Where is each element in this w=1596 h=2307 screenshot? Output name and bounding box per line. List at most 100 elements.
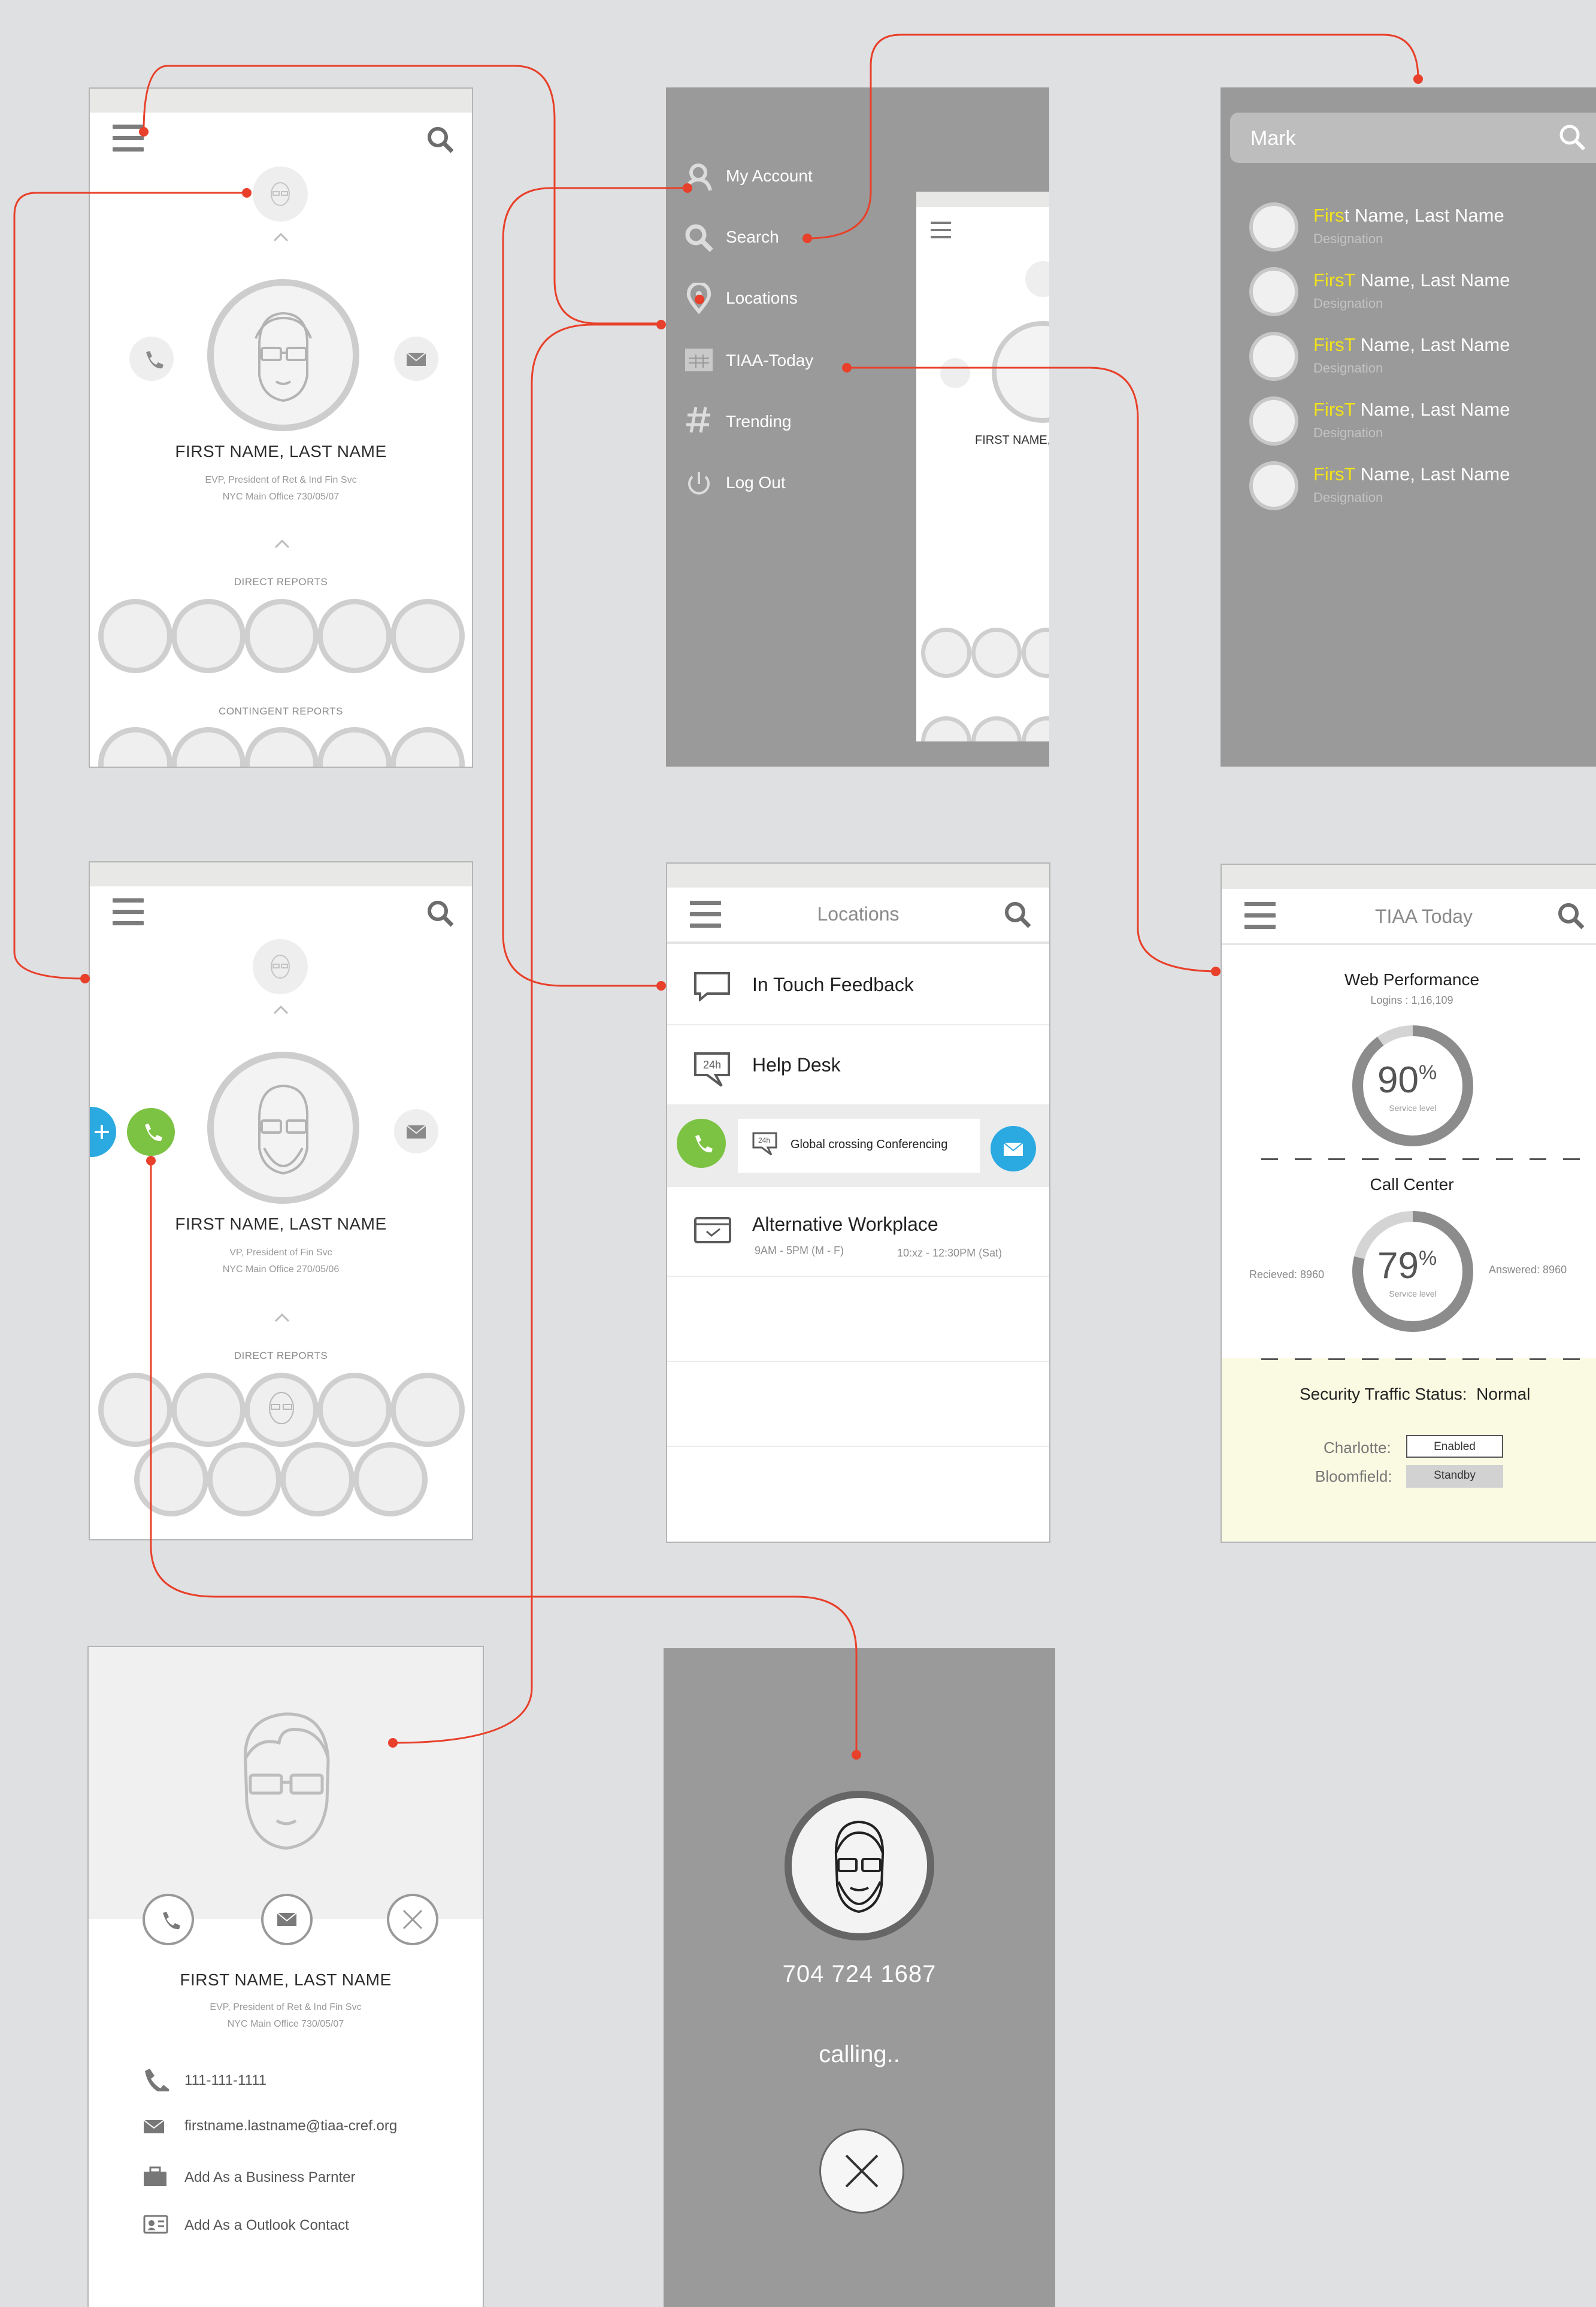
direct-report-avatar[interactable] [317, 1373, 392, 1447]
list-item-label: Global crossing Conferencing [791, 1138, 948, 1151]
direct-report-avatar[interactable] [207, 1442, 281, 1516]
search-icon[interactable] [426, 126, 455, 155]
search-bar[interactable]: Mark [1230, 113, 1596, 163]
contingent-report-avatar[interactable] [971, 716, 1022, 741]
direct-report-avatar[interactable] [1022, 628, 1049, 678]
menu-icon[interactable] [931, 222, 951, 249]
email-button[interactable] [394, 1109, 438, 1154]
search-icon[interactable] [1557, 902, 1586, 931]
menu-item-log-out[interactable]: Log Out [726, 473, 786, 492]
contingent-report-avatar[interactable] [317, 727, 392, 767]
calling-number: 704 724 1687 [782, 1961, 937, 1987]
manager-avatar[interactable] [253, 166, 308, 222]
email-button[interactable] [991, 1126, 1036, 1171]
contingent-report-avatar[interactable] [171, 727, 246, 767]
list-item-alternative-workplace[interactable]: Alternative Workplace 9AM - 5PM (M - F) … [667, 1187, 1049, 1277]
menu-item-locations[interactable]: Locations [726, 289, 798, 308]
direct-report-avatar[interactable] [280, 1442, 355, 1516]
email-link[interactable]: firstname.lastname@tiaa-cref.org [184, 2118, 397, 2135]
chevron-up-icon[interactable] [274, 539, 290, 549]
menu-item-trending[interactable]: Trending [726, 412, 791, 431]
call-center-gauge: 79% Service level [1350, 1209, 1476, 1334]
web-performance-value: 90% [1377, 1059, 1437, 1101]
result-avatar [1249, 267, 1298, 316]
search-result-item[interactable]: FirsT Name, Last Name Designation [1221, 262, 1596, 322]
contingent-report-avatar[interactable] [921, 716, 971, 741]
list-item-in-touch-feedback[interactable]: In Touch Feedback [667, 945, 1049, 1025]
profile-name: FIRST NAME, LAST NAME [175, 442, 387, 461]
contingent-report-avatar[interactable] [244, 727, 319, 767]
contingent-report-avatar[interactable] [98, 727, 172, 767]
call-button[interactable] [143, 1894, 194, 1945]
logins-count: Logins : 1,16,109 [1370, 994, 1453, 1006]
result-name: FirsT Name, Last Name [1313, 334, 1510, 355]
swipe-card[interactable]: 24h Global crossing Conferencing [738, 1119, 980, 1173]
call-button[interactable] [129, 337, 174, 381]
search-icon[interactable] [426, 900, 455, 928]
search-result-item[interactable]: FirsT Name, Last Name Designation [1221, 456, 1596, 516]
contingent-report-avatar[interactable] [1022, 716, 1049, 741]
result-avatar [1249, 202, 1298, 252]
result-name: FirsT Name, Last Name [1313, 464, 1510, 485]
list-item-help-desk[interactable]: 24h Help Desk [667, 1025, 1049, 1106]
direct-report-avatar[interactable] [98, 1373, 172, 1447]
profile-office: NYC Main Office 270/05/06 [222, 1264, 340, 1274]
menu-item-my-account[interactable]: My Account [726, 166, 813, 186]
menu-item-search[interactable]: Search [726, 228, 779, 247]
direct-report-avatar[interactable] [971, 628, 1022, 678]
chevron-up-icon[interactable] [273, 232, 289, 242]
call-button[interactable] [677, 1119, 726, 1168]
user-icon [684, 162, 714, 192]
direct-report-avatar[interactable] [98, 599, 172, 673]
search-input[interactable]: Mark [1250, 127, 1296, 150]
menu-item-tiaa-today[interactable]: TIAA-Today [726, 351, 813, 370]
search-result-item[interactable]: First Name, Last Name Designation [1221, 198, 1596, 258]
add-business-partner-link[interactable]: Add As a Business Parnter [184, 2169, 356, 2186]
direct-report-avatar[interactable] [390, 1373, 465, 1447]
manager-avatar[interactable] [1025, 261, 1049, 297]
direct-reports-label: DIRECT REPORTS [234, 576, 328, 588]
direct-report-avatar[interactable] [317, 599, 392, 673]
menu-icon[interactable] [113, 125, 144, 152]
direct-report-avatar[interactable] [390, 599, 465, 673]
add-outlook-contact-link[interactable]: Add As a Outlook Contact [184, 2217, 349, 2234]
call-button[interactable] [940, 358, 970, 388]
end-call-button[interactable] [819, 2129, 904, 2214]
email-button[interactable] [394, 337, 438, 381]
bloomfield-label: Bloomfield: [1315, 1467, 1392, 1485]
email-button[interactable] [261, 1894, 313, 1945]
charlotte-label: Charlotte: [1324, 1439, 1391, 1457]
contingent-report-avatar[interactable] [390, 727, 465, 767]
help-desk-24h-icon: 24h [693, 1052, 732, 1089]
search-result-item[interactable]: FirsT Name, Last Name Designation [1221, 327, 1596, 387]
chevron-up-icon[interactable] [274, 1313, 290, 1322]
manager-avatar[interactable] [253, 939, 308, 994]
profile-avatar [222, 1701, 351, 1857]
phone-number-link[interactable]: 111-111-1111 [184, 2072, 266, 2089]
direct-report-avatar[interactable] [171, 1373, 246, 1447]
direct-report-avatar[interactable] [171, 599, 246, 673]
chevron-up-icon[interactable] [273, 1005, 289, 1015]
swipe-row-global-crossing[interactable]: 24h Global crossing Conferencing [667, 1106, 1049, 1187]
direct-report-avatar[interactable] [353, 1442, 428, 1516]
flow-canvas: FIRST NAME, LAST NAME EVP, President of … [0, 0, 1596, 2307]
add-button[interactable] [90, 1107, 116, 1157]
caller-avatar [785, 1791, 934, 1940]
direct-report-avatar[interactable] [134, 1442, 208, 1516]
search-result-item[interactable]: FirsT Name, Last Name Designation [1221, 392, 1596, 452]
status-bar [90, 89, 472, 113]
direct-report-avatar[interactable] [244, 1373, 319, 1447]
charlotte-status-badge[interactable]: Enabled [1406, 1435, 1503, 1458]
result-avatar [1249, 461, 1298, 510]
direct-report-avatar[interactable] [921, 628, 971, 678]
close-button[interactable] [387, 1894, 438, 1945]
menu-icon[interactable] [113, 898, 144, 926]
bloomfield-status-badge[interactable]: Standby [1406, 1465, 1503, 1488]
search-icon[interactable] [1004, 901, 1032, 930]
hours-saturday: 10:xz - 12:30PM (Sat) [897, 1247, 1003, 1259]
search-icon[interactable] [1558, 123, 1587, 152]
help-desk-24h-icon: 24h [752, 1132, 779, 1156]
call-button[interactable] [127, 1108, 175, 1156]
direct-report-avatar[interactable] [244, 599, 319, 673]
peek-profile-screen[interactable]: FIRST NAME, [916, 192, 1049, 741]
